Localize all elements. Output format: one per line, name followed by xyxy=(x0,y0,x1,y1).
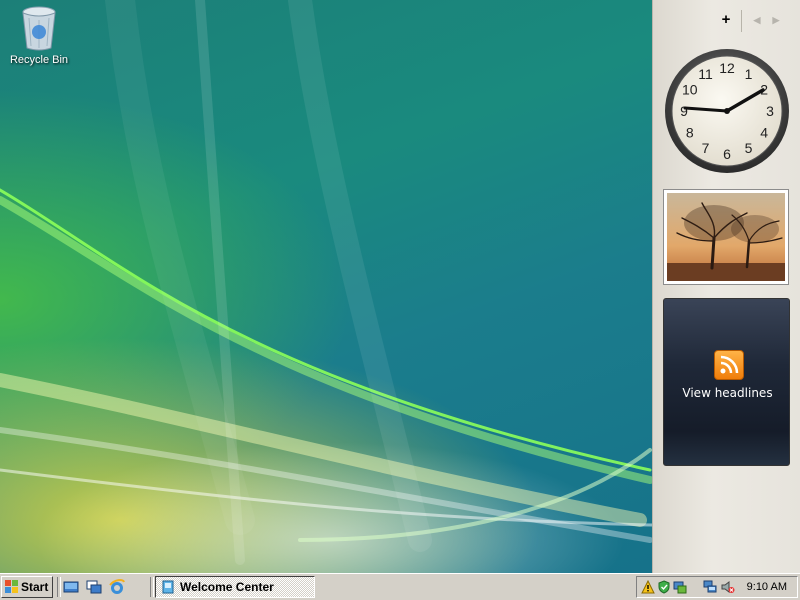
sidebar-controls: + ◀ ▶ xyxy=(653,10,800,32)
previous-page-button[interactable]: ◀ xyxy=(750,10,764,30)
task-area-divider xyxy=(150,577,154,597)
trees-at-dusk-image xyxy=(667,193,785,281)
quick-launch-divider xyxy=(57,577,61,597)
start-label: Start xyxy=(21,580,49,594)
clock-number: 5 xyxy=(745,140,753,156)
show-desktop-icon[interactable] xyxy=(63,579,79,595)
clock-number: 1 xyxy=(745,66,753,82)
start-button[interactable]: Start xyxy=(1,576,53,598)
welcome-center-icon xyxy=(162,580,174,594)
warning-icon[interactable] xyxy=(641,580,655,594)
clock-number: 3 xyxy=(766,103,774,119)
network-icon[interactable] xyxy=(703,580,717,594)
rss-icon xyxy=(714,350,744,380)
clock-number: 8 xyxy=(686,125,694,141)
clock-number: 7 xyxy=(702,140,710,156)
desktop[interactable]: Recycle Bin xyxy=(0,0,652,573)
volume-muted-icon[interactable] xyxy=(721,580,735,594)
sidebar-controls-divider xyxy=(741,10,742,32)
switch-windows-icon[interactable] xyxy=(86,579,102,595)
view-headlines-link[interactable]: View headlines xyxy=(664,386,791,400)
taskbar: Start Welcome Center 9:10 AM xyxy=(0,573,800,600)
slideshow-gadget[interactable] xyxy=(663,189,789,285)
clock-number: 9 xyxy=(680,103,688,119)
clock-gadget[interactable]: 121234567891011 xyxy=(663,47,791,175)
task-label: Welcome Center xyxy=(180,580,274,594)
clock-number: 10 xyxy=(682,82,698,98)
clock-number: 4 xyxy=(760,125,768,141)
network-status-icon[interactable] xyxy=(673,580,687,594)
security-icon[interactable] xyxy=(657,580,671,594)
wallpaper-swoosh xyxy=(0,0,652,565)
taskbar-clock[interactable]: 9:10 AM xyxy=(747,577,787,597)
clock-number: 12 xyxy=(719,60,735,76)
add-gadget-button[interactable]: + xyxy=(719,10,733,30)
system-tray: 9:10 AM xyxy=(636,576,798,598)
recycle-bin[interactable]: Recycle Bin xyxy=(6,4,72,66)
windows-sidebar: + ◀ ▶ 121234567891011 xyxy=(652,0,800,573)
next-page-button[interactable]: ▶ xyxy=(769,10,783,30)
task-button-welcome-center[interactable]: Welcome Center xyxy=(155,576,315,598)
clock-number: 6 xyxy=(723,146,731,162)
windows-logo-icon xyxy=(5,580,18,593)
clock-number: 11 xyxy=(698,66,713,82)
internet-explorer-icon[interactable] xyxy=(109,579,125,595)
recycle-bin-icon xyxy=(19,4,59,52)
feed-headlines-gadget[interactable]: View headlines xyxy=(663,298,790,466)
recycle-bin-label: Recycle Bin xyxy=(9,54,69,66)
